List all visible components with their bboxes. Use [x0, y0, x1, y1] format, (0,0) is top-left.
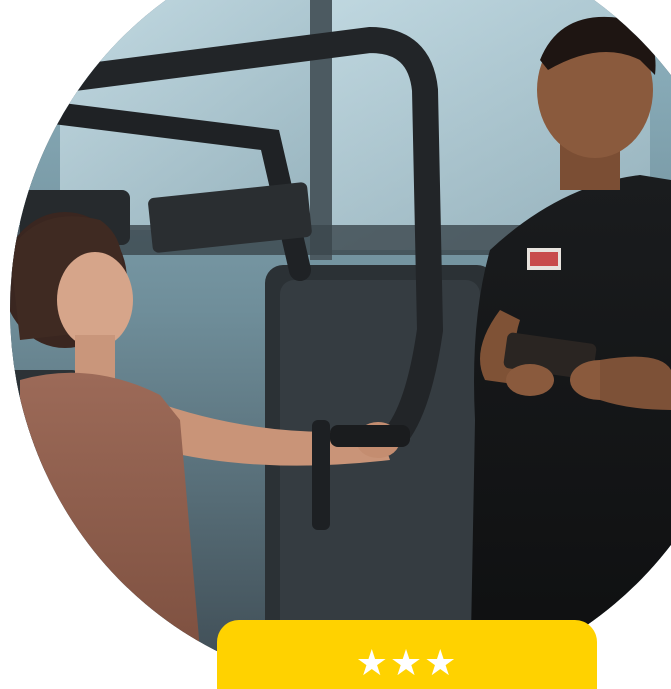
promo-stage: ★★★ [0, 0, 671, 689]
star-rating: ★★★ [356, 646, 459, 682]
rating-card: ★★★ [217, 620, 597, 689]
star-icon: ★ [389, 643, 425, 684]
gym-photo [10, 0, 671, 689]
star-icon: ★ [355, 643, 390, 684]
gym-photo-illustration [10, 0, 671, 689]
star-icon: ★ [424, 643, 459, 684]
